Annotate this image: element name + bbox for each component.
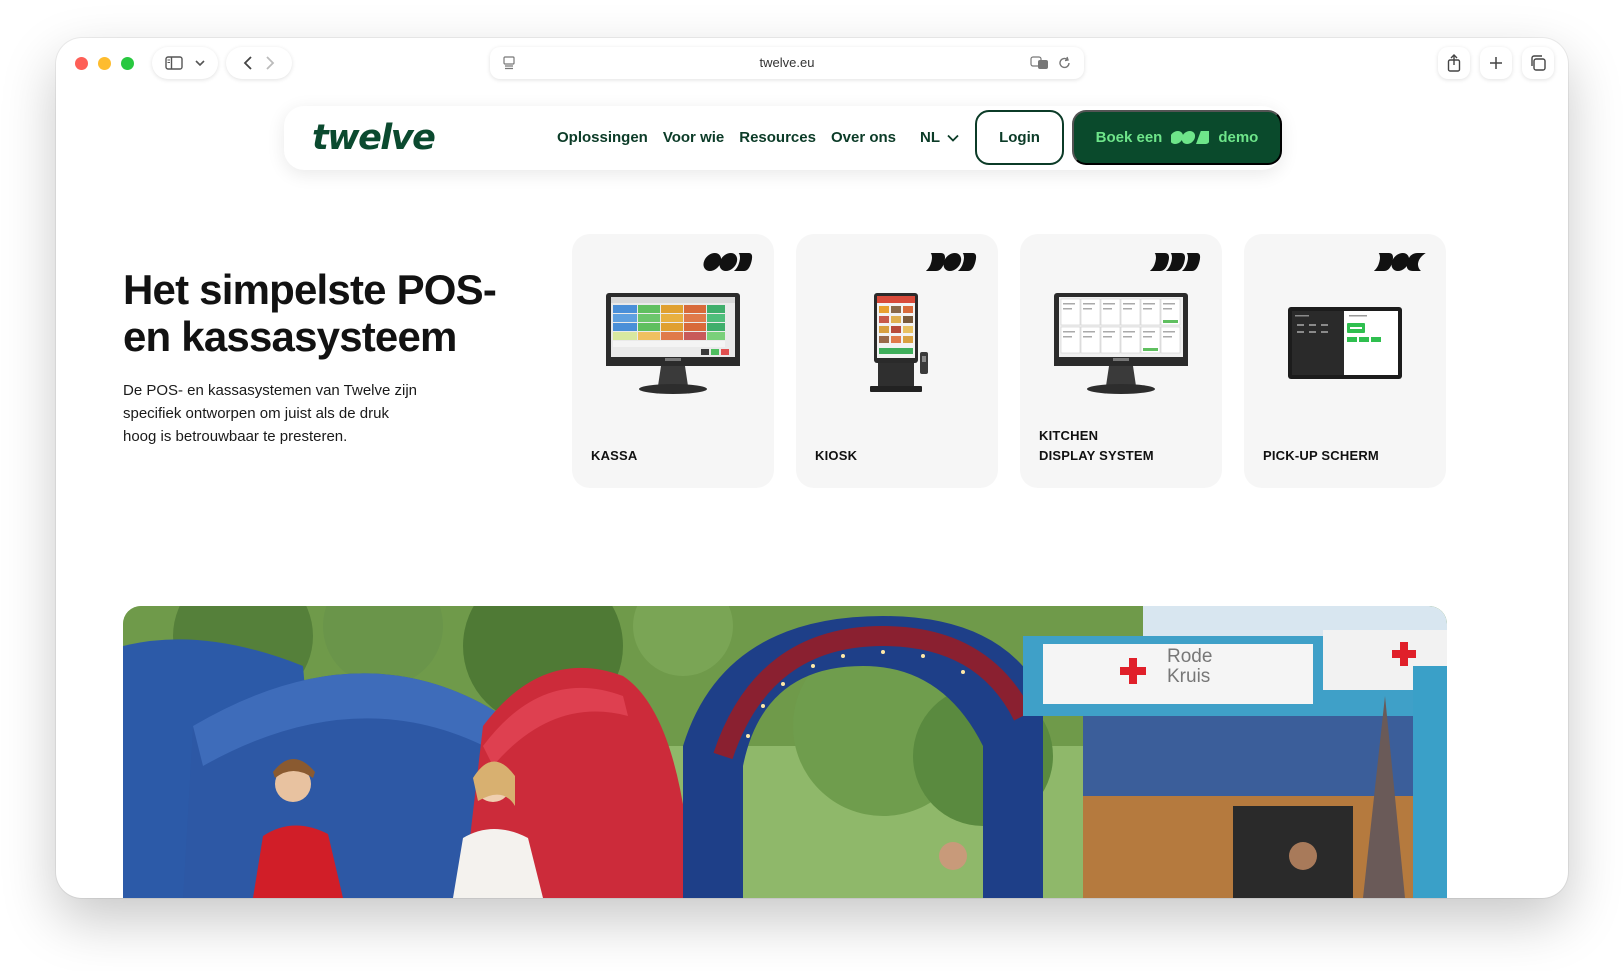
product-card-pick-up-scherm[interactable]: PICK-UP SCHERM [1244,234,1446,488]
address-bar[interactable]: twelve.eu [490,47,1084,79]
menu-item-resources[interactable]: Resources [739,129,816,146]
tab-overview-button[interactable] [1522,47,1554,79]
window-controls [75,57,134,70]
product-label: KITCHEN DISPLAY SYSTEM [1039,428,1154,463]
share-button[interactable] [1438,47,1470,79]
login-button[interactable]: Login [975,110,1064,165]
sidebar-toggle-button[interactable] [152,47,218,79]
product-label: KASSA [591,448,638,463]
menu-item-over-ons[interactable]: Over ons [831,129,896,146]
sign-text-1: Rode Kruis [1167,646,1212,687]
menu-item-oplossingen[interactable]: Oplossingen [557,129,648,146]
browser-actions [1438,47,1554,79]
pick-up-screen-image [1288,307,1402,379]
twelve-dots-icon [1171,131,1210,144]
reload-icon[interactable] [1058,55,1072,71]
pos-terminal-image [606,293,740,394]
kitchen-display-image [1054,293,1188,394]
site-navigation: twelve Oplossingen Voor wie Resources Ov… [284,106,1282,170]
language-label: NL [920,129,940,146]
chevron-down-icon [947,134,959,142]
book-demo-button[interactable]: Boek een demo [1072,110,1282,165]
main-menu: Oplossingen Voor wie Resources Over ons [557,129,896,146]
twelve-mark-icon [703,253,753,271]
menu-item-voor-wie[interactable]: Voor wie [663,129,724,146]
hero-description: De POS- en kassasystemen van Twelve zijn… [123,382,418,445]
product-card-kassa[interactable]: KASSA [572,234,774,488]
twelve-logo[interactable]: twelve [312,118,436,158]
translate-icon[interactable] [1030,55,1050,71]
product-card-kitchen-display-system[interactable]: KITCHEN DISPLAY SYSTEM [1020,234,1222,488]
share-icon [1447,54,1461,72]
product-label: KIOSK [815,448,858,463]
festival-photo: Rode Kruis [123,606,1447,898]
new-tab-button[interactable] [1480,47,1512,79]
tabs-icon [1531,55,1546,71]
demo-prefix-label: Boek een [1095,129,1163,146]
product-label: PICK-UP SCHERM [1263,448,1379,463]
history-navigation [226,47,292,79]
page-title: Het simpelste POS-en kassasysteem [123,266,497,360]
browser-toolbar: twelve.eu [56,38,1568,88]
twelve-mark-icon [926,253,977,271]
back-arrow-icon[interactable] [243,55,253,71]
twelve-mark-icon [1150,253,1201,271]
sidebar-icon [165,56,183,70]
demo-suffix-label: demo [1218,129,1259,146]
kiosk-image [870,293,928,392]
forward-arrow-icon[interactable] [265,55,275,71]
twelve-mark-icon [1374,253,1426,271]
product-card-kiosk[interactable]: KIOSK [796,234,998,488]
language-selector[interactable]: NL [920,129,959,146]
chevron-down-icon[interactable] [195,59,205,67]
close-window-button[interactable] [75,57,88,70]
maximize-window-button[interactable] [121,57,134,70]
browser-window: twelve.eu twelve Oplossingen Voor wie Re… [56,38,1568,898]
plus-icon [1490,57,1502,69]
url-text[interactable]: twelve.eu [490,55,1084,70]
minimize-window-button[interactable] [98,57,111,70]
